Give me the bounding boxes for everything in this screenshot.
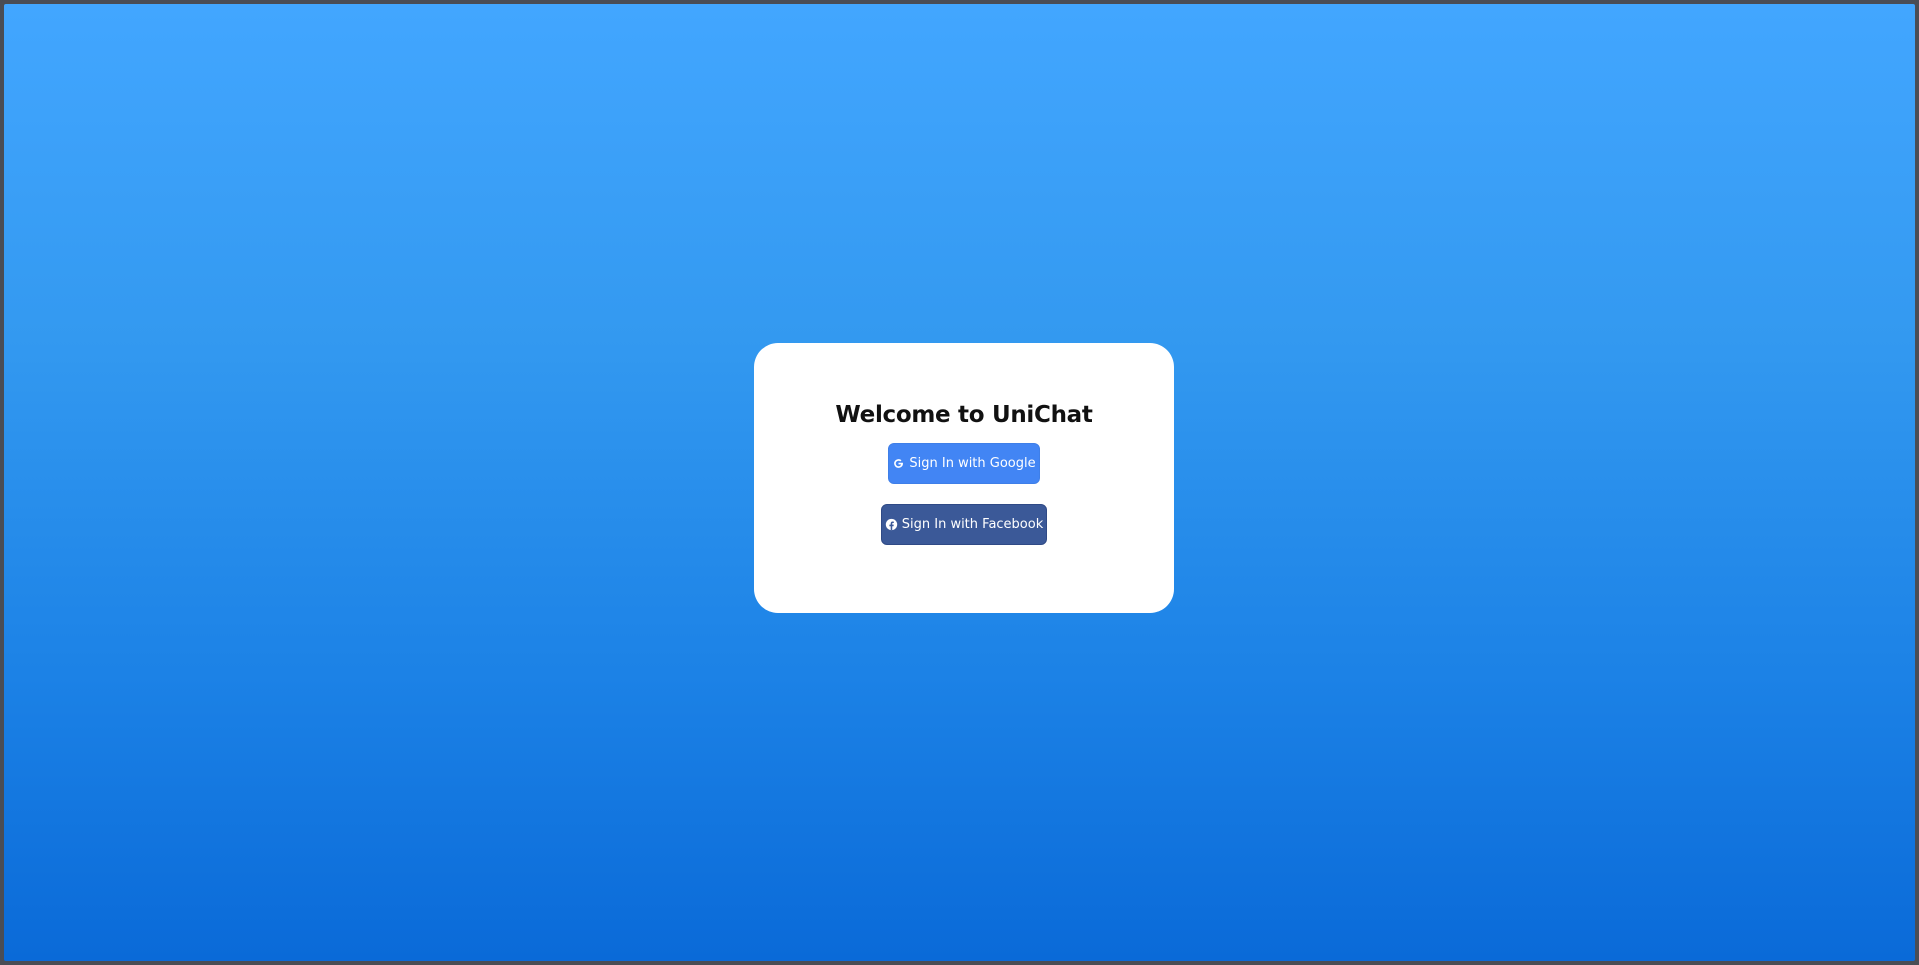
facebook-sign-in-label: Sign In with Facebook bbox=[901, 517, 1044, 532]
google-icon bbox=[892, 457, 905, 470]
login-card: Welcome to UniChat Sign In with Google S… bbox=[754, 343, 1174, 613]
facebook-sign-in-button[interactable]: Sign In with Facebook bbox=[881, 504, 1047, 545]
page-title: Welcome to UniChat bbox=[835, 402, 1093, 428]
google-sign-in-button[interactable]: Sign In with Google bbox=[888, 443, 1040, 484]
page-background: Welcome to UniChat Sign In with Google S… bbox=[4, 4, 1915, 961]
facebook-icon bbox=[885, 518, 898, 531]
google-sign-in-label: Sign In with Google bbox=[909, 456, 1036, 471]
